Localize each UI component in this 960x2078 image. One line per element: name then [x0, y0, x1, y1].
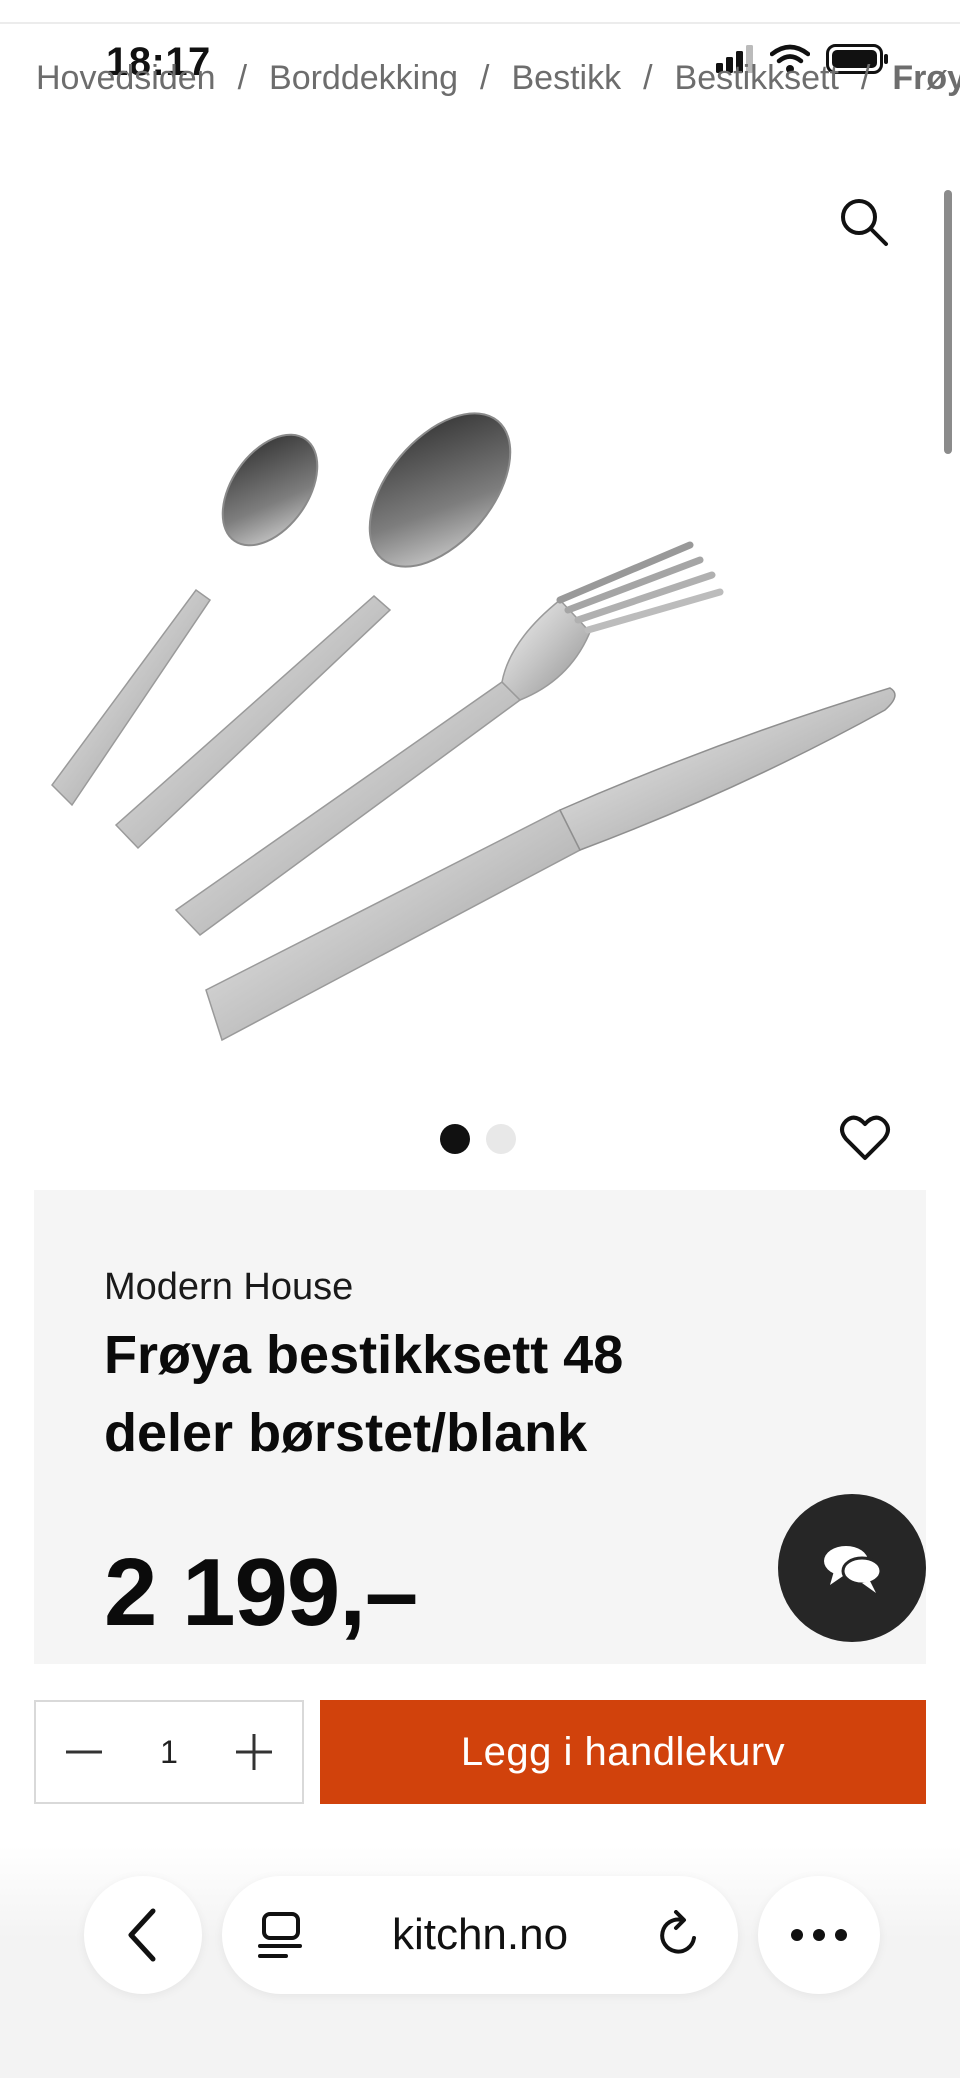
- chat-button[interactable]: [778, 1494, 926, 1642]
- gallery-dot-1[interactable]: [440, 1124, 470, 1154]
- chat-icon: [824, 1546, 883, 1593]
- search-icon: [841, 199, 888, 246]
- gallery-dot-2[interactable]: [486, 1124, 516, 1154]
- breadcrumb-link-bestikk[interactable]: Bestikk: [511, 59, 621, 98]
- breadcrumb-link-home[interactable]: Hovedsiden: [36, 59, 216, 98]
- quantity-decrease-button[interactable]: [62, 1730, 106, 1774]
- teaspoon-illustration: [51, 433, 319, 807]
- scrollbar-thumb[interactable]: [944, 190, 952, 454]
- quantity-increase-button[interactable]: [232, 1730, 276, 1774]
- breadcrumb-separator: /: [237, 58, 248, 97]
- gallery-pagination: [440, 1124, 516, 1154]
- browser-address-bar[interactable]: kitchn.no: [222, 1876, 738, 1994]
- quantity-value[interactable]: 1: [139, 1734, 199, 1771]
- breadcrumb-link-bestikksett[interactable]: Bestikksett: [675, 59, 839, 98]
- plus-icon: [236, 1734, 272, 1770]
- product-image[interactable]: [40, 410, 920, 1050]
- more-icon: [791, 1929, 847, 1941]
- quantity-stepper: 1: [34, 1700, 304, 1804]
- heart-icon: [840, 1115, 890, 1160]
- breadcrumb-link-borddekking[interactable]: Borddekking: [269, 59, 458, 98]
- product-price: 2 199,–: [104, 1539, 418, 1646]
- knife-illustration: [205, 687, 896, 1042]
- wishlist-button[interactable]: [838, 1112, 892, 1166]
- browser-back-button[interactable]: [84, 1876, 202, 1994]
- browser-more-button[interactable]: [758, 1876, 880, 1994]
- product-title: Frøya bestikksett 48 deler børstet/blank: [104, 1325, 624, 1463]
- add-to-cart-button[interactable]: Legg i handlekurv: [320, 1700, 926, 1804]
- chevron-left-icon: [128, 1908, 156, 1962]
- reload-icon[interactable]: [654, 1910, 704, 1960]
- product-brand[interactable]: Modern House: [104, 1266, 353, 1309]
- breadcrumb-current: Frøya: [892, 58, 960, 97]
- breadcrumb: Hovedsiden / Borddekking / Bestikk / Bes…: [36, 54, 960, 102]
- minus-icon: [66, 1750, 102, 1754]
- search-button[interactable]: [836, 194, 892, 250]
- breadcrumb-separator: /: [860, 58, 871, 97]
- breadcrumb-separator: /: [480, 58, 490, 97]
- cutlery-illustration: [51, 412, 896, 1042]
- breadcrumb-separator: /: [643, 58, 653, 97]
